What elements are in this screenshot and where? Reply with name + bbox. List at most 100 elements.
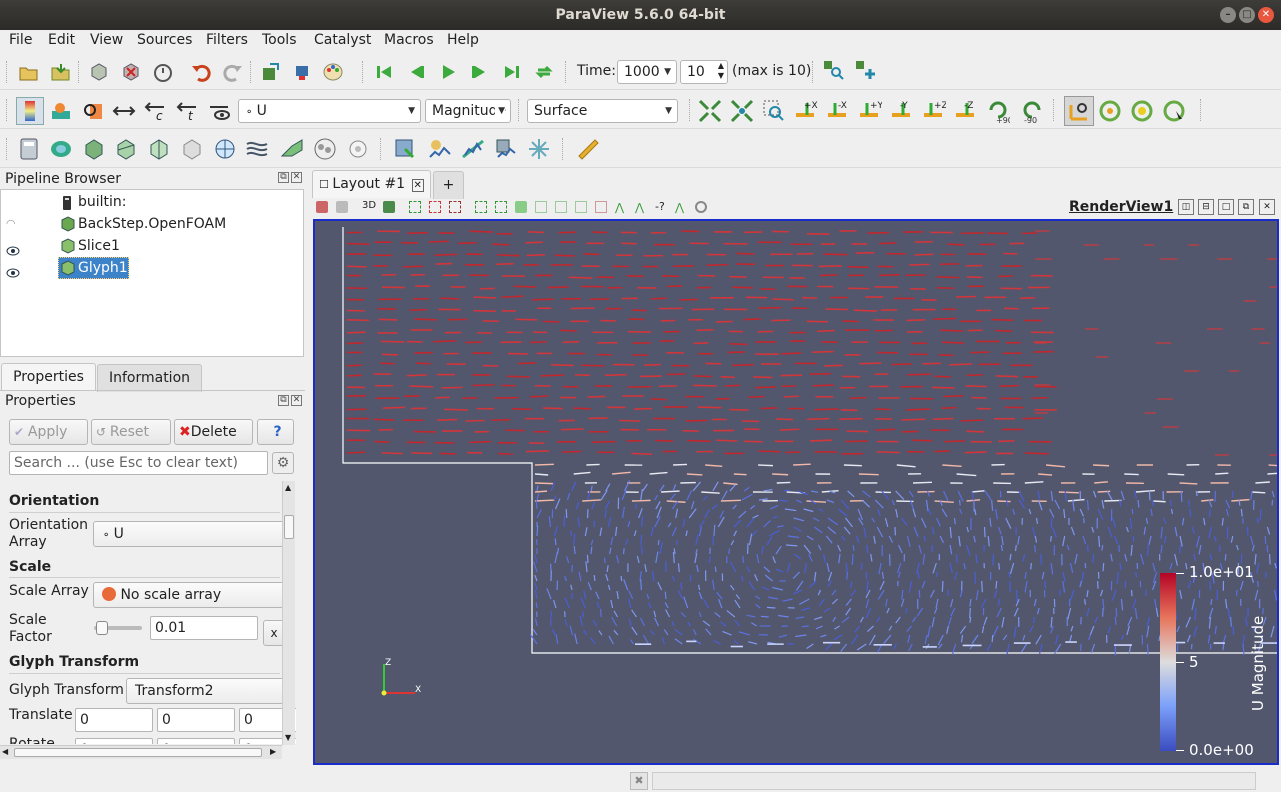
rotate-plus-90-icon[interactable]: +90 (986, 99, 1010, 124)
connect-icon[interactable] (87, 60, 111, 84)
hover-cells-icon[interactable]: -? (655, 200, 665, 213)
eye-visible-icon[interactable] (6, 263, 20, 285)
previous-frame-icon[interactable] (404, 60, 428, 84)
open-icon[interactable] (17, 60, 41, 84)
minimize-icon[interactable]: – (1220, 7, 1236, 23)
translate-x-input[interactable]: 0 (75, 708, 153, 732)
tab-layout-1[interactable]: ☐ Layout #1 ✕ (312, 170, 431, 198)
properties-vertical-scrollbar[interactable]: ▲ ▼ (282, 481, 295, 745)
grow-selection-icon[interactable]: ⋀ (615, 201, 627, 214)
glyph-icon[interactable] (213, 137, 237, 161)
probe-location-icon[interactable] (527, 137, 551, 161)
select-cells-through-icon[interactable] (449, 201, 461, 213)
menu-view[interactable]: View (90, 32, 123, 48)
reset-button[interactable]: ↺ Reset (91, 419, 171, 445)
add-layout-tab[interactable]: + (433, 171, 464, 199)
menu-help[interactable]: Help (447, 32, 479, 48)
next-frame-icon[interactable] (468, 60, 492, 84)
edit-colormap-icon[interactable] (49, 99, 73, 123)
menu-catalyst[interactable]: Catalyst (314, 32, 371, 48)
view-plus-y-icon[interactable]: +Y (858, 99, 882, 123)
timestep-spinbox[interactable]: 10 ▲ ▼ (680, 60, 728, 84)
pipeline-dock-buttons[interactable]: ⧉ ✕ (276, 172, 302, 183)
menu-tools[interactable]: Tools (262, 32, 297, 48)
reset-center-icon[interactable] (1130, 99, 1154, 123)
select-points-on-icon[interactable] (429, 201, 441, 213)
pipeline-item-slice1[interactable]: Slice1 (1, 235, 303, 257)
view-plus-z-icon[interactable]: +Z (922, 99, 946, 123)
split-horizontal-icon[interactable]: ◫ (1178, 199, 1194, 215)
first-frame-icon[interactable] (372, 60, 396, 84)
menu-edit[interactable]: Edit (48, 32, 75, 48)
eye-hidden-icon[interactable]: ◠ (6, 213, 16, 235)
calculator-icon[interactable] (17, 137, 41, 161)
group-datasets-icon[interactable] (313, 137, 337, 161)
pick-center-icon[interactable] (1098, 99, 1122, 123)
rescale-custom-c-icon[interactable]: c (144, 99, 168, 123)
disconnect-icon[interactable] (119, 60, 143, 84)
menu-filters[interactable]: Filters (206, 32, 248, 48)
render-view[interactable]: Z X 1.0e+01 5 0.0e+00 U Magnitude (313, 219, 1279, 765)
camera-undo-icon[interactable] (258, 60, 282, 84)
toggle-3d-button[interactable]: 3D (362, 200, 376, 211)
maximize-view-icon[interactable]: □ (1218, 199, 1234, 215)
zoom-closest-icon[interactable] (730, 99, 754, 123)
view-plus-x-icon[interactable]: +X (794, 99, 818, 123)
menu-sources[interactable]: Sources (137, 32, 192, 48)
capture-screenshot-icon[interactable] (316, 201, 328, 213)
zoom-to-box-icon[interactable] (762, 99, 786, 123)
tab-information[interactable]: Information (97, 364, 202, 392)
plot-selection-icon[interactable] (428, 137, 452, 161)
last-frame-icon[interactable] (500, 60, 524, 84)
close-icon[interactable]: ✕ (1258, 7, 1274, 23)
representation-combo[interactable]: Surface ▼ (527, 99, 678, 123)
glyph-transform-combo[interactable]: Transform2 (126, 678, 294, 704)
rotate-x-input[interactable]: 0 (75, 738, 153, 744)
center-axes-visibility-icon[interactable] (1064, 96, 1094, 126)
popout-view-icon[interactable]: ⧉ (1238, 199, 1254, 215)
rescale-temporal-icon[interactable]: t (176, 99, 200, 123)
scale-factor-input[interactable]: 0.01 (150, 616, 258, 640)
pipeline-item-backstep[interactable]: ◠ BackStep.OpenFOAM (1, 213, 303, 235)
help-button[interactable]: ? (257, 419, 294, 445)
tab-properties[interactable]: Properties (1, 363, 96, 391)
reset-camera-icon[interactable] (698, 99, 722, 123)
scale-array-combo[interactable]: No scale array (93, 582, 293, 608)
orientation-array-combo[interactable]: ⚬ U (93, 521, 293, 547)
warp-vector-icon[interactable] (280, 137, 304, 161)
view-minus-y-icon[interactable]: -Y (890, 99, 914, 123)
component-combo[interactable]: Magnitude ▼ (425, 99, 511, 123)
loop-icon[interactable] (532, 60, 556, 84)
ruler-icon[interactable] (576, 137, 600, 161)
auto-apply-icon[interactable] (151, 60, 175, 84)
apply-button[interactable]: ✔ Apply (9, 419, 88, 445)
color-array-combo[interactable]: ⚬ U ▼ (238, 99, 421, 123)
clear-progress-icon[interactable]: ✖ (630, 772, 648, 790)
interactive-select-cells-icon[interactable] (555, 201, 567, 213)
select-polygon-points-icon[interactable] (515, 201, 527, 213)
select-polygon-cells-icon[interactable] (495, 201, 507, 213)
select-blocks-icon[interactable] (535, 201, 547, 213)
menu-file[interactable]: File (9, 32, 32, 48)
hover-points-icon[interactable] (595, 201, 607, 213)
find-data-icon[interactable] (822, 58, 846, 82)
camera-reset-icon[interactable] (290, 60, 314, 84)
add-selection-icon[interactable] (854, 58, 878, 82)
select-cells-on-icon[interactable] (409, 201, 421, 213)
view-minus-z-icon[interactable]: -Z (954, 99, 978, 123)
extract-level-icon[interactable] (346, 137, 370, 161)
reset-range-icon[interactable] (81, 99, 105, 123)
pipeline-item-builtin[interactable]: builtin: (1, 191, 303, 213)
delete-button[interactable]: ✖Delete (174, 419, 253, 445)
play-icon[interactable] (436, 60, 460, 84)
extract-selection-icon[interactable] (393, 137, 417, 161)
pipeline-item-glyph1[interactable]: Glyph1 (1, 257, 303, 279)
extract-subset-icon[interactable] (180, 137, 204, 161)
stream-tracer-icon[interactable] (245, 137, 269, 161)
slice-icon[interactable] (114, 137, 138, 161)
plot-over-line-icon[interactable] (461, 137, 485, 161)
menu-macros[interactable]: Macros (384, 32, 434, 48)
camera-capture-icon[interactable] (383, 201, 395, 213)
rotate-minus-90-icon[interactable]: -90 (1018, 99, 1042, 124)
close-view-icon[interactable]: ✕ (1259, 199, 1275, 215)
